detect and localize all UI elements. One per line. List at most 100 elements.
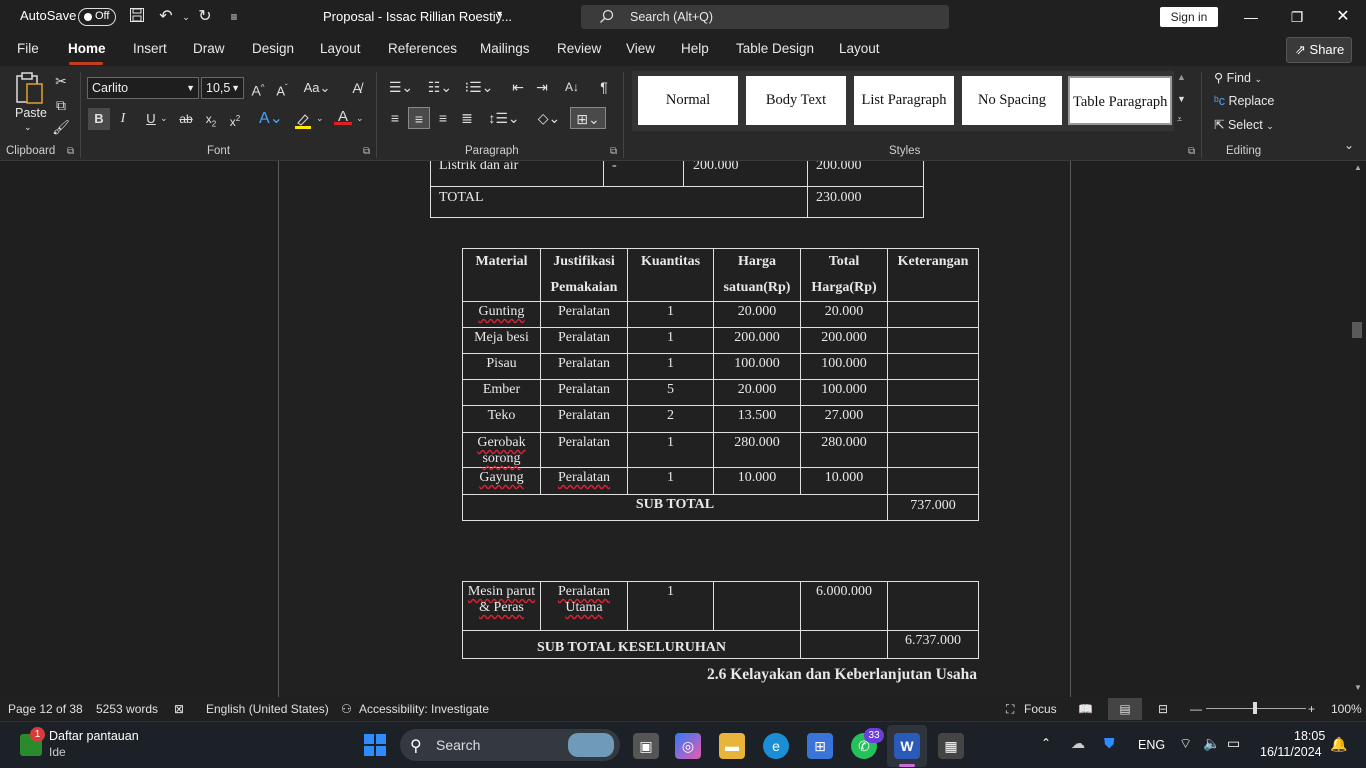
font-launcher-icon[interactable]: ⧉ (363, 146, 370, 157)
clock-date[interactable]: 16/11/2024 (1260, 745, 1322, 759)
text-effects-icon[interactable]: A⌄ (256, 108, 286, 130)
tab-references[interactable]: References (388, 41, 457, 56)
bullets-icon[interactable]: ☰⌄ (386, 76, 416, 98)
tab-help[interactable]: Help (681, 41, 709, 56)
justify-icon[interactable]: ≣ (457, 107, 477, 129)
styles-more-icon[interactable]: ⩡ (1177, 114, 1182, 125)
zoom-level[interactable]: 100% (1331, 702, 1362, 716)
column-header-justifikasi[interactable]: Justifikasi Pemakaian (540, 248, 628, 302)
scrollbar-thumb[interactable] (1352, 322, 1362, 338)
grand-total-value[interactable]: 6.737.000 (887, 630, 979, 659)
task-view-icon[interactable]: ▣ (633, 733, 659, 759)
share-button[interactable]: ⇗ Share (1286, 37, 1352, 63)
table-cell[interactable]: TOTAL (430, 186, 808, 218)
autosave-toggle[interactable]: Off (78, 8, 116, 26)
numbering-icon[interactable]: ☷⌄ (424, 76, 456, 98)
table-cell[interactable]: 280.000 (713, 432, 801, 468)
zoom-in-icon[interactable]: + (1308, 702, 1315, 716)
store-icon[interactable]: ⊞ (807, 733, 833, 759)
table-cell[interactable]: Peralatan (540, 405, 628, 433)
table-cell[interactable]: Meja besi (462, 327, 541, 354)
paragraph-launcher-icon[interactable]: ⧉ (610, 146, 617, 157)
column-header-material[interactable]: Material (462, 248, 541, 302)
styles-scroll-up-icon[interactable]: ▲ (1177, 72, 1186, 82)
table-cell[interactable] (887, 353, 979, 380)
tab-design[interactable]: Design (252, 41, 294, 56)
styles-scroll-down-icon[interactable]: ▼ (1177, 94, 1186, 104)
select-button[interactable]: ⇱ Select ⌄ (1214, 117, 1274, 132)
scroll-up-icon[interactable]: ▲ (1354, 163, 1362, 172)
find-button[interactable]: ⚲ Find ⌄ (1214, 70, 1262, 85)
sign-in-button[interactable]: Sign in (1160, 7, 1218, 27)
table-cell[interactable] (887, 301, 979, 328)
table-cell[interactable]: Peralatan (540, 301, 628, 328)
focus-button[interactable]: Focus (1024, 702, 1057, 716)
tab-home[interactable]: Home (68, 41, 106, 56)
security-shield-icon[interactable]: ⛊ (1104, 735, 1115, 752)
table-cell[interactable]: 280.000 (800, 432, 888, 468)
widget-title[interactable]: Daftar pantauan (49, 729, 139, 743)
battery-icon[interactable]: ▭ (1227, 735, 1240, 752)
chevron-down-icon[interactable]: ▾ (497, 9, 502, 20)
save-icon[interactable] (127, 7, 147, 27)
style-body-text[interactable]: Body Text (746, 76, 846, 125)
table-cell[interactable]: Teko (462, 405, 541, 433)
increase-indent-icon[interactable]: ⇥ (532, 76, 552, 98)
read-mode-icon[interactable]: 📖 (1078, 702, 1093, 716)
subscript-button[interactable]: x2 (202, 108, 220, 130)
copy-icon[interactable]: ⧉ (52, 94, 70, 116)
paste-label[interactable]: Paste (15, 106, 47, 120)
undo-icon[interactable]: ↶ (156, 7, 176, 27)
file-explorer-icon[interactable]: ▬ (719, 733, 745, 759)
clock-time[interactable]: 18:05 (1294, 729, 1325, 743)
language-indicator[interactable]: English (United States) (206, 702, 329, 716)
table-cell[interactable]: 200.000 (800, 327, 888, 354)
page[interactable]: Listrik dan air - 200.000 200.000 TOTAL … (278, 161, 1071, 697)
table-cell[interactable]: Peralatan (540, 432, 628, 468)
table-cell[interactable]: Pisau (462, 353, 541, 380)
web-layout-icon[interactable]: ⊟ (1158, 702, 1168, 716)
table-cell[interactable]: Ember (462, 379, 541, 406)
table-cell[interactable]: 27.000 (800, 405, 888, 433)
tab-table-layout[interactable]: Layout (839, 41, 880, 56)
copilot-icon[interactable]: ◎ (675, 733, 701, 759)
table-cell[interactable] (887, 327, 979, 354)
bold-button[interactable]: B (88, 108, 110, 130)
table-cell[interactable]: 5 (627, 379, 714, 406)
change-case-icon[interactable]: Aa⌄ (302, 77, 332, 99)
column-header-harga[interactable]: Harga satuan(Rp) (713, 248, 801, 302)
align-center-icon[interactable]: ≡ (408, 107, 430, 129)
notification-bell-icon[interactable]: 🔔 (1330, 736, 1347, 753)
volume-icon[interactable]: 🔈 (1203, 735, 1220, 752)
font-family-select[interactable]: Carlito ▼ (87, 77, 199, 99)
subtotal-value[interactable]: 737.000 (887, 494, 979, 521)
zoom-slider-thumb[interactable] (1253, 702, 1257, 714)
table-cell[interactable]: 1 (627, 467, 714, 495)
accessibility-status[interactable]: Accessibility: Investigate (359, 702, 489, 716)
table-cell[interactable]: 10.000 (713, 467, 801, 495)
tab-view[interactable]: View (626, 41, 655, 56)
tab-table-design[interactable]: Table Design (736, 41, 814, 56)
table-cell[interactable]: 200.000 (807, 161, 924, 187)
table-cell[interactable]: 1 (627, 301, 714, 328)
language-tray[interactable]: ENG (1138, 738, 1165, 752)
calculator-icon[interactable]: ▦ (938, 733, 964, 759)
minimize-icon[interactable]: — (1236, 6, 1266, 28)
word-count[interactable]: 5253 words (96, 702, 158, 716)
close-icon[interactable]: ✕ (1328, 6, 1358, 28)
align-left-icon[interactable]: ≡ (385, 107, 405, 129)
paste-icon[interactable] (14, 72, 46, 106)
proofing-icon[interactable]: ⊠ (174, 702, 184, 716)
table-cell[interactable]: Peralatan (540, 379, 628, 406)
paste-dropdown-icon[interactable]: ⌄ (24, 122, 32, 133)
table-cell[interactable]: 1 (627, 432, 714, 468)
table-cell[interactable]: Peralatan (540, 467, 628, 495)
table-cell[interactable] (887, 379, 979, 406)
table-cell[interactable]: 230.000 (807, 186, 924, 218)
redo-icon[interactable]: ↻ (195, 7, 215, 27)
sort-icon[interactable]: A↓ (562, 76, 582, 98)
style-list-paragraph[interactable]: List Paragraph (854, 76, 954, 125)
superscript-button[interactable]: x2 (226, 108, 244, 130)
style-no-spacing[interactable]: No Spacing (962, 76, 1062, 125)
table-cell[interactable]: 20.000 (800, 301, 888, 328)
